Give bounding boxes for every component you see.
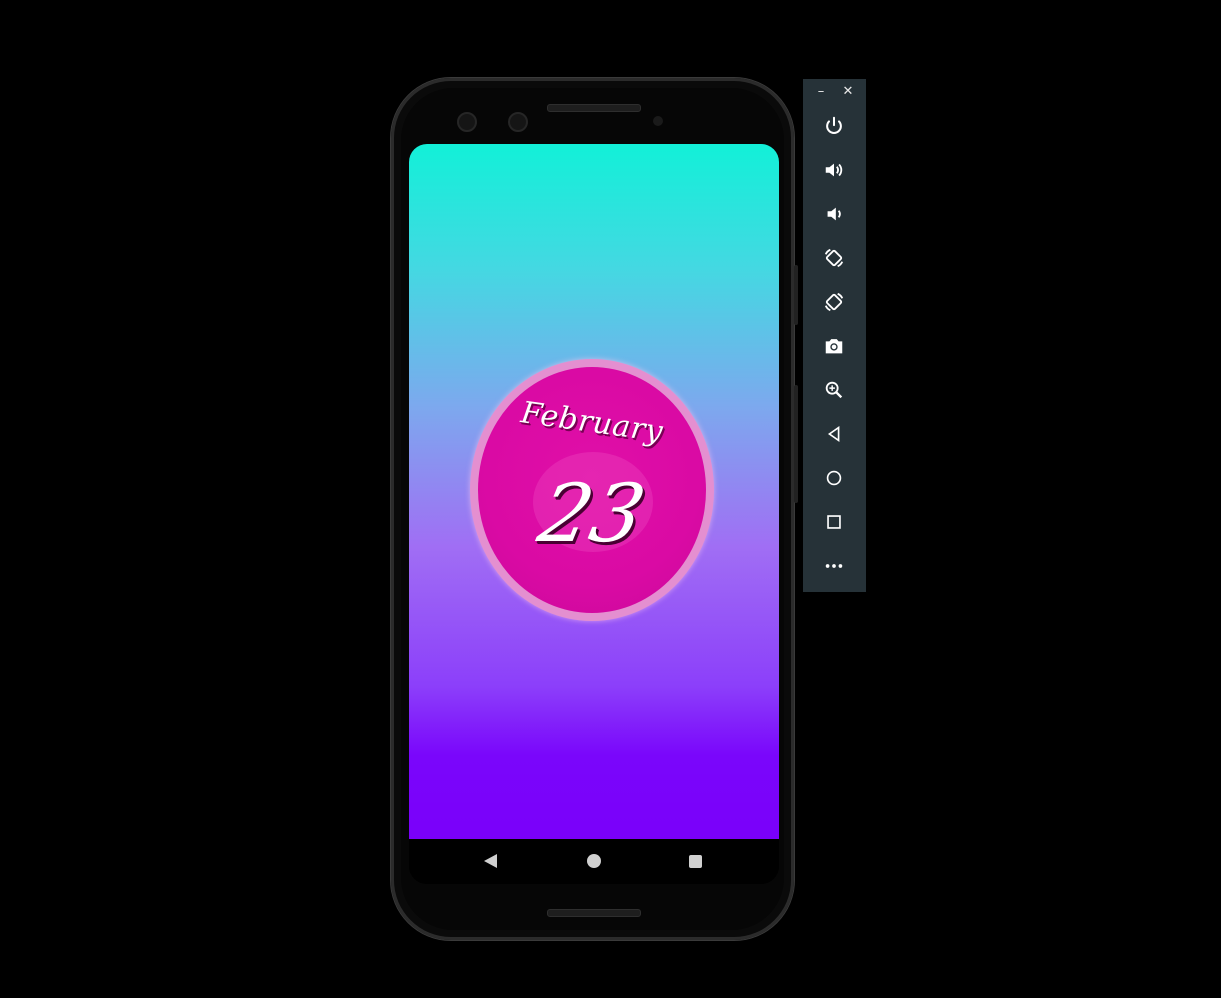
volume-up-icon — [825, 163, 843, 177]
more-icon — [825, 564, 843, 568]
nav-recents-icon[interactable] — [689, 855, 702, 868]
rotate-left-button[interactable] — [819, 243, 849, 273]
volume-up-button[interactable] — [819, 155, 849, 185]
volume-down-icon — [827, 207, 841, 221]
proximity-sensor — [653, 116, 663, 126]
home-icon — [826, 470, 842, 486]
date-badge-inner: February 23 — [478, 367, 706, 613]
zoom-button[interactable] — [819, 375, 849, 405]
bottom-speaker — [547, 909, 641, 917]
more-button[interactable] — [819, 551, 849, 581]
volume-side-button — [794, 385, 798, 503]
overview-button[interactable] — [819, 507, 849, 537]
app-background: February 23 — [409, 144, 779, 839]
rotate-right-button[interactable] — [819, 287, 849, 317]
rotate-right-icon — [824, 292, 844, 312]
overview-icon — [827, 515, 841, 529]
date-badge: February 23 — [470, 359, 714, 621]
power-icon — [826, 116, 842, 134]
back-icon — [827, 425, 840, 443]
screenshot-button[interactable] — [819, 331, 849, 361]
nav-home-icon[interactable] — [587, 854, 601, 868]
rotate-left-icon — [824, 248, 844, 268]
home-button[interactable] — [819, 463, 849, 493]
zoom-icon — [825, 381, 843, 399]
month-label: February — [518, 395, 666, 450]
power-button[interactable] — [819, 111, 849, 141]
close-button[interactable]: ✕ — [840, 84, 856, 99]
volume-down-button[interactable] — [819, 199, 849, 229]
power-side-button — [794, 265, 798, 325]
minimize-button[interactable]: – — [813, 84, 829, 99]
front-camera-right — [508, 112, 528, 132]
day-label: 23 — [531, 467, 653, 560]
back-button[interactable] — [819, 419, 849, 449]
camera-icon — [825, 339, 843, 354]
top-speaker — [547, 104, 641, 112]
android-nav-bar — [409, 839, 779, 884]
front-camera-left — [457, 112, 477, 132]
emulator-toolbar: – ✕ — [803, 79, 866, 592]
device-screen: February 23 — [409, 144, 779, 884]
nav-back-icon[interactable] — [484, 854, 497, 868]
